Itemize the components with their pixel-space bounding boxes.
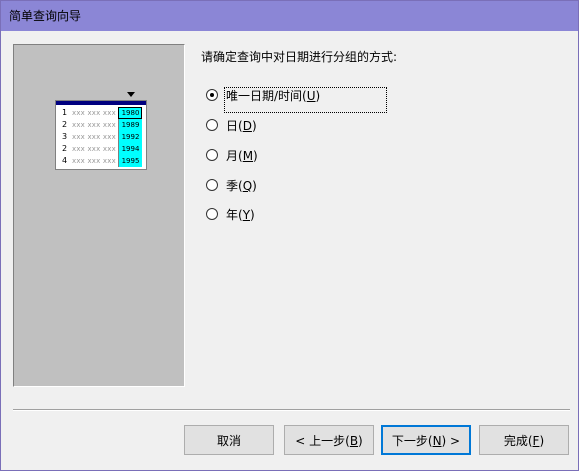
option-label: 季(Q) [226, 179, 257, 193]
title-bar: 简单查询向导 [1, 1, 578, 31]
cancel-button[interactable]: 取消 [184, 425, 274, 455]
sample-row-number: 1 [62, 108, 68, 117]
wizard-window: 简单查询向导 1 xxx xxx xxx 1980 2 xxx xxx xxx … [0, 0, 579, 471]
sample-row-year: 1992 [118, 131, 142, 143]
radio-unchecked-icon[interactable] [206, 119, 218, 131]
footer-separator [13, 409, 570, 411]
sample-row: 1 xxx xxx xxx 1980 [56, 107, 146, 119]
sample-row-year: 1994 [118, 143, 142, 155]
sample-row-placeholder: xxx xxx xxx [72, 157, 116, 165]
option-label: 年(Y) [226, 208, 255, 222]
next-button[interactable]: 下一步(N) > [381, 425, 471, 455]
sample-row-year: 1989 [118, 119, 142, 131]
sample-table-header [56, 101, 146, 105]
sample-row-year: 1995 [118, 155, 142, 167]
sample-row: 2 xxx xxx xxx 1994 [56, 143, 146, 155]
radio-checked-icon[interactable] [206, 89, 218, 101]
sample-row: 4 xxx xxx xxx 1995 [56, 155, 146, 167]
sample-row-placeholder: xxx xxx xxx [72, 109, 116, 117]
window-title: 简单查询向导 [9, 9, 82, 23]
radio-unchecked-icon[interactable] [206, 149, 218, 161]
sample-row-number: 3 [62, 132, 68, 141]
sample-table-illustration: 1 xxx xxx xxx 1980 2 xxx xxx xxx 1989 3 … [55, 92, 147, 170]
grouping-prompt: 请确定查询中对日期进行分组的方式: [201, 50, 398, 64]
option-label: 日(D) [226, 119, 257, 133]
back-button[interactable]: < 上一步(B) [284, 425, 374, 455]
sample-row-placeholder: xxx xxx xxx [72, 133, 116, 141]
sample-row-year: 1980 [118, 107, 142, 119]
option-label: 唯一日期/时间(U) [226, 89, 321, 103]
dropdown-arrow-icon [127, 92, 135, 97]
finish-button[interactable]: 完成(F) [479, 425, 569, 455]
sample-row-placeholder: xxx xxx xxx [72, 121, 116, 129]
option-label: 月(M) [226, 149, 258, 163]
sample-row-number: 2 [62, 120, 68, 129]
sample-row-number: 4 [62, 156, 68, 165]
radio-unchecked-icon[interactable] [206, 208, 218, 220]
sample-row: 2 xxx xxx xxx 1989 [56, 119, 146, 131]
radio-unchecked-icon[interactable] [206, 179, 218, 191]
illustration-panel: 1 xxx xxx xxx 1980 2 xxx xxx xxx 1989 3 … [13, 44, 185, 387]
sample-row: 3 xxx xxx xxx 1992 [56, 131, 146, 143]
sample-row-number: 2 [62, 144, 68, 153]
sample-row-placeholder: xxx xxx xxx [72, 145, 116, 153]
